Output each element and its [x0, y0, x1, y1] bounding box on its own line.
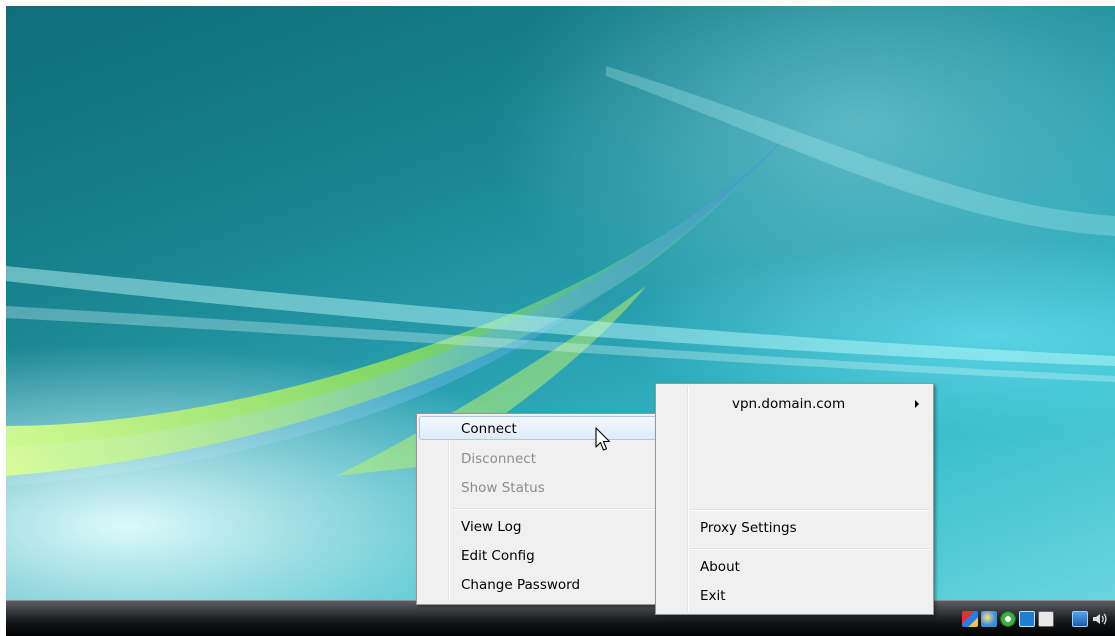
- sync-icon[interactable]: [1000, 611, 1016, 627]
- menu-item-connect[interactable]: Connect: [419, 416, 657, 440]
- menu-item-edit-config[interactable]: Edit Config: [419, 544, 657, 568]
- menu-item-label: Show Status: [461, 480, 545, 496]
- menu-separator: [451, 508, 656, 510]
- menu-item-label: Connect: [461, 421, 517, 437]
- network-alert-icon[interactable]: [962, 611, 978, 627]
- menu-separator: [690, 509, 930, 511]
- language-icon[interactable]: [1038, 611, 1054, 627]
- menu-item-proxy-settings[interactable]: Proxy Settings: [658, 516, 931, 540]
- menu-item-about[interactable]: About: [658, 555, 931, 579]
- menu-item-label: About: [700, 559, 740, 575]
- network-icon[interactable]: [1072, 611, 1088, 627]
- mouse-cursor-icon: [595, 427, 611, 451]
- menu-item-connection[interactable]: vpn.domain.com: [658, 392, 931, 416]
- menu-item-label: Exit: [700, 588, 726, 604]
- menu-item-view-log[interactable]: View Log: [419, 515, 657, 539]
- update-icon[interactable]: [981, 611, 997, 627]
- menu-item-label: Disconnect: [461, 451, 536, 467]
- connection-name-label: vpn.domain.com: [732, 396, 846, 412]
- menu-item-change-password[interactable]: Change Password: [419, 573, 657, 597]
- openvpn-icon[interactable]: [1019, 611, 1035, 627]
- openvpn-tray-menu: vpn.domain.com Proxy Settings About Exit: [655, 383, 934, 615]
- menu-item-label: Proxy Settings: [700, 520, 797, 536]
- menu-separator: [690, 548, 930, 550]
- volume-icon[interactable]: [1091, 611, 1107, 627]
- system-tray: [962, 609, 1107, 629]
- menu-item-show-status: Show Status: [419, 476, 657, 500]
- menu-item-disconnect: Disconnect: [419, 447, 657, 471]
- taskbar: [6, 600, 1115, 636]
- submenu-arrow-icon: [915, 400, 919, 408]
- menu-item-label: View Log: [461, 519, 522, 535]
- menu-item-exit[interactable]: Exit: [658, 584, 931, 608]
- menu-item-label: Edit Config: [461, 548, 535, 564]
- connection-context-menu: Connect Disconnect Show Status View Log …: [416, 413, 660, 605]
- menu-item-label: Change Password: [461, 577, 581, 593]
